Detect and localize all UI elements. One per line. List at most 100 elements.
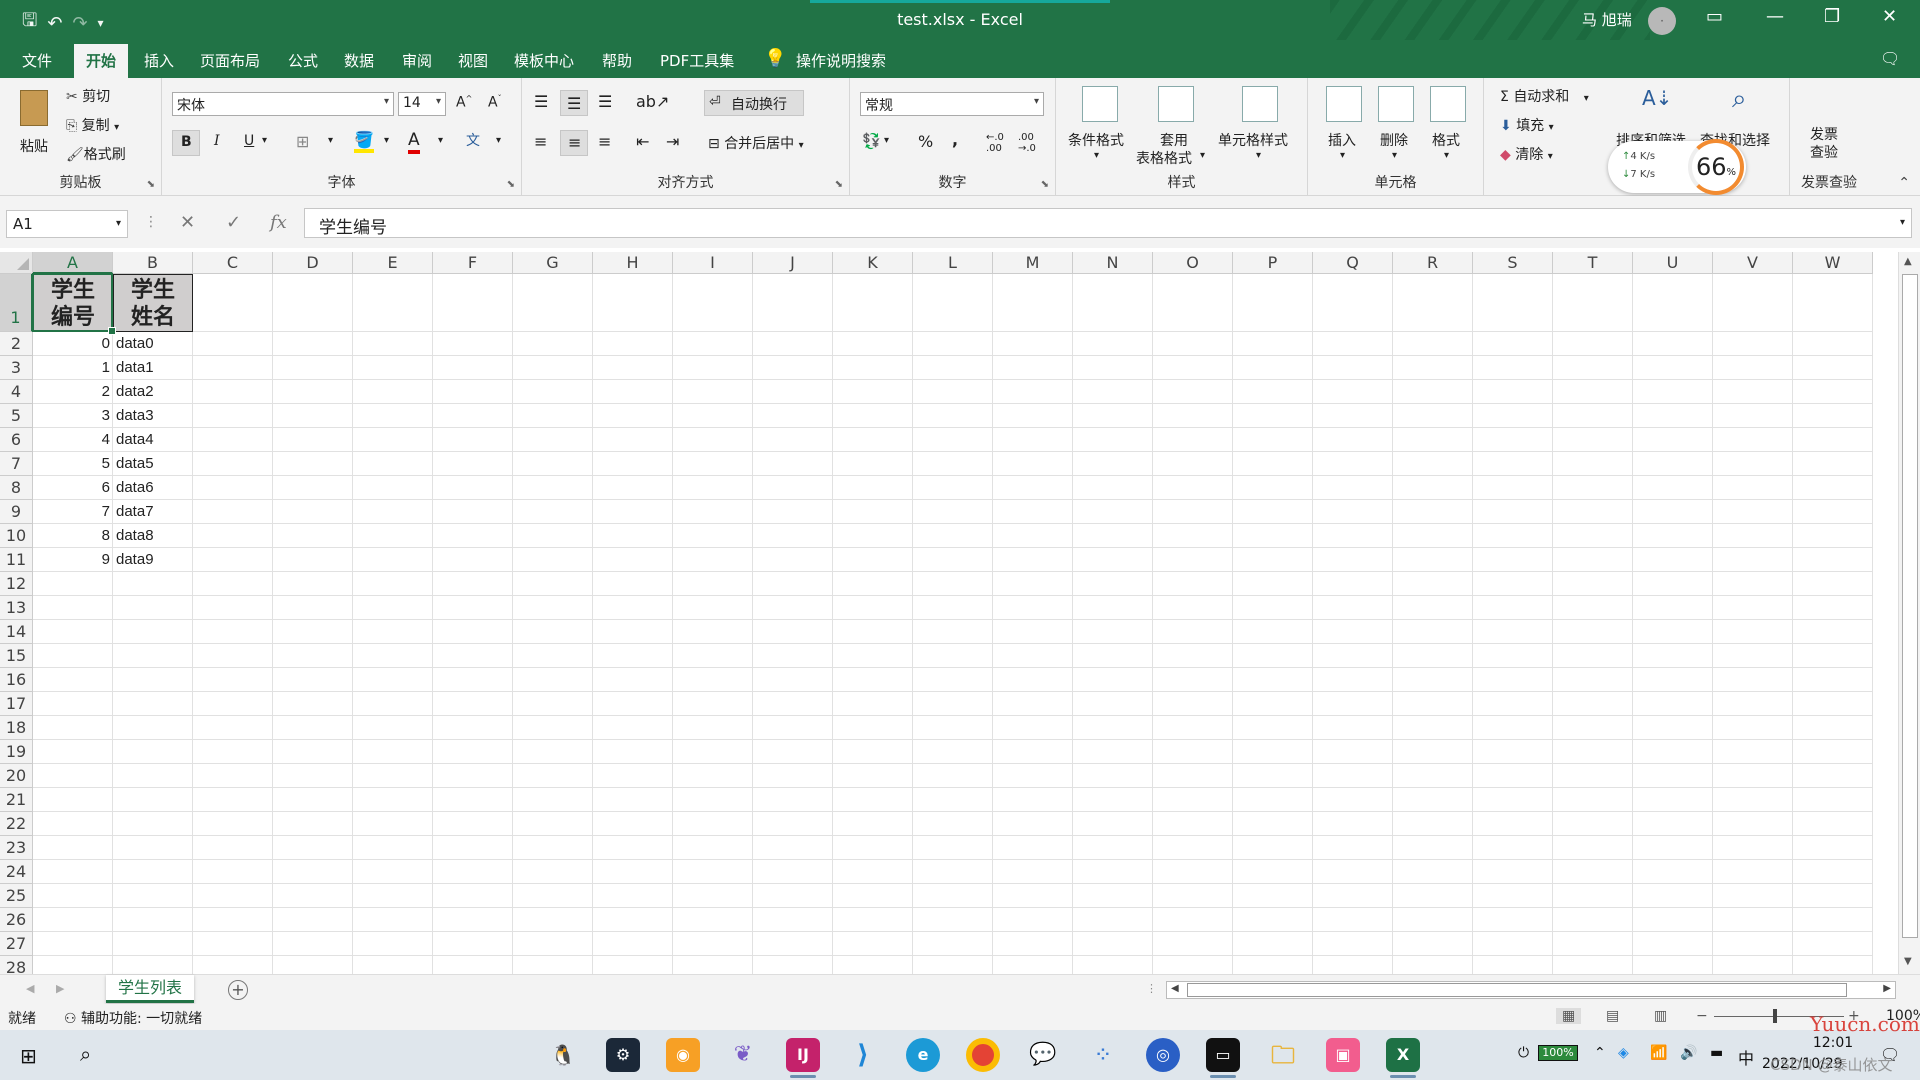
column-header-p[interactable]: P bbox=[1233, 252, 1313, 274]
horizontal-scroll-thumb[interactable] bbox=[1187, 983, 1847, 997]
file-explorer-icon[interactable]: 🗀 bbox=[1266, 1038, 1300, 1072]
row-header-20[interactable]: 20 bbox=[0, 764, 33, 788]
chevron-down-icon[interactable]: ▾ bbox=[438, 135, 443, 146]
tab-pdf-tools[interactable]: PDF工具集 bbox=[660, 50, 734, 71]
column-header-c[interactable]: C bbox=[193, 252, 273, 274]
copy-button[interactable]: ⎘ 复制 ▾ bbox=[66, 115, 119, 135]
cell-b4[interactable]: data2 bbox=[113, 380, 193, 404]
row-header-7[interactable]: 7 bbox=[0, 452, 33, 476]
chevron-down-icon[interactable]: ▾ bbox=[262, 135, 267, 146]
row-header-4[interactable]: 4 bbox=[0, 380, 33, 404]
row-header-13[interactable]: 13 bbox=[0, 596, 33, 620]
battery-indicator[interactable]: 100% bbox=[1538, 1045, 1578, 1061]
tab-insert[interactable]: 插入 bbox=[144, 50, 174, 71]
tab-help[interactable]: 帮助 bbox=[602, 50, 632, 71]
comma-button[interactable]: , bbox=[952, 130, 958, 149]
active-cell-selection[interactable] bbox=[32, 273, 116, 335]
font-size-combo[interactable]: 14 ▾ bbox=[398, 92, 446, 116]
collapse-ribbon-icon[interactable]: ⌃ bbox=[1898, 175, 1910, 191]
intellij-icon[interactable]: IJ bbox=[786, 1038, 820, 1078]
show-hidden-icons[interactable]: ⌃ bbox=[1594, 1045, 1606, 1061]
chevron-down-icon[interactable]: ▾ bbox=[884, 135, 889, 146]
row-header-10[interactable]: 10 bbox=[0, 524, 33, 548]
dots-app-icon[interactable]: ⁘ bbox=[1086, 1038, 1120, 1072]
row-header-27[interactable]: 27 bbox=[0, 932, 33, 956]
qq-icon[interactable]: 🐧 bbox=[546, 1038, 580, 1072]
column-header-r[interactable]: R bbox=[1393, 252, 1473, 274]
row-header-14[interactable]: 14 bbox=[0, 620, 33, 644]
tab-data[interactable]: 数据 bbox=[344, 50, 374, 71]
tab-file[interactable]: 文件 bbox=[22, 50, 52, 71]
column-header-j[interactable]: J bbox=[753, 252, 833, 274]
row-header-24[interactable]: 24 bbox=[0, 860, 33, 884]
column-header-l[interactable]: L bbox=[913, 252, 993, 274]
cell-b7[interactable]: data5 bbox=[113, 452, 193, 476]
chevron-down-icon[interactable]: ▾ bbox=[384, 135, 389, 146]
column-header-g[interactable]: G bbox=[513, 252, 593, 274]
row-header-22[interactable]: 22 bbox=[0, 812, 33, 836]
column-header-d[interactable]: D bbox=[273, 252, 353, 274]
scroll-down-icon[interactable]: ▼ bbox=[1904, 956, 1912, 967]
accounting-format-icon[interactable]: 💱 bbox=[862, 132, 881, 150]
row-header-25[interactable]: 25 bbox=[0, 884, 33, 908]
column-header-k[interactable]: K bbox=[833, 252, 913, 274]
camera-app-icon[interactable]: ◎ bbox=[1146, 1038, 1180, 1072]
cell-a10[interactable]: 8 bbox=[33, 524, 113, 548]
windows-start-icon[interactable]: ⊞ bbox=[20, 1044, 37, 1068]
cell-a8[interactable]: 6 bbox=[33, 476, 113, 500]
insert-function-icon[interactable]: fx bbox=[270, 212, 287, 233]
row-header-19[interactable]: 19 bbox=[0, 740, 33, 764]
restore-icon[interactable]: ❐ bbox=[1824, 6, 1840, 27]
row-header-5[interactable]: 5 bbox=[0, 404, 33, 428]
column-header-h[interactable]: H bbox=[593, 252, 673, 274]
cell-b8[interactable]: data6 bbox=[113, 476, 193, 500]
tab-formulas[interactable]: 公式 bbox=[288, 50, 318, 71]
align-right-icon[interactable]: ≡ bbox=[598, 132, 611, 151]
column-header-i[interactable]: I bbox=[673, 252, 753, 274]
column-header-w[interactable]: W bbox=[1793, 252, 1873, 274]
bold-button[interactable]: B bbox=[172, 130, 200, 156]
paste-button[interactable]: 粘贴 bbox=[14, 86, 58, 166]
cell-b2[interactable]: data0 bbox=[113, 332, 193, 356]
cell-a11[interactable]: 9 bbox=[33, 548, 113, 572]
clear-button[interactable]: ◆ 清除 ▾ bbox=[1500, 144, 1553, 164]
row-header-3[interactable]: 3 bbox=[0, 356, 33, 380]
column-header-f[interactable]: F bbox=[433, 252, 513, 274]
dolphin-app-icon[interactable]: ❦ bbox=[726, 1038, 760, 1072]
column-header-o[interactable]: O bbox=[1153, 252, 1233, 274]
shrink-font-button[interactable]: Aˇ bbox=[488, 94, 502, 111]
worksheet-grid[interactable]: ABCDEFGHIJKLMNOPQRSTUVW 1 2 3 4 5 6 7 8 9 10 11 12 1… bbox=[0, 252, 1900, 974]
cell-a5[interactable]: 3 bbox=[33, 404, 113, 428]
delete-cells-button[interactable]: 删除 ▾ bbox=[1374, 84, 1418, 174]
row-header-6[interactable]: 6 bbox=[0, 428, 33, 452]
clock-time[interactable]: 12:01 bbox=[1788, 1035, 1878, 1051]
scroll-up-icon[interactable]: ▲ bbox=[1904, 256, 1912, 267]
chrome-icon[interactable] bbox=[966, 1038, 1000, 1072]
scroll-right-icon[interactable]: ▶ bbox=[1883, 983, 1891, 994]
bilibili-icon[interactable]: ▣ bbox=[1326, 1038, 1360, 1072]
horizontal-scrollbar[interactable]: ◀ ▶ bbox=[1166, 981, 1896, 999]
prev-sheet-icon[interactable]: ◀ bbox=[26, 982, 34, 995]
edge-icon[interactable]: e bbox=[906, 1038, 940, 1072]
cell-b3[interactable]: data1 bbox=[113, 356, 193, 380]
fill-color-icon[interactable]: 🪣 bbox=[354, 130, 374, 153]
close-icon[interactable]: ✕ bbox=[1882, 6, 1897, 27]
align-center-button[interactable]: ≡ bbox=[560, 130, 588, 156]
avatar[interactable]: · bbox=[1648, 7, 1676, 35]
align-top-icon[interactable]: ☰ bbox=[534, 92, 548, 111]
conditional-formatting-button[interactable]: 条件格式 ▾ bbox=[1068, 84, 1132, 174]
column-header-t[interactable]: T bbox=[1553, 252, 1633, 274]
cell-a6[interactable]: 4 bbox=[33, 428, 113, 452]
column-header-a[interactable]: A bbox=[33, 252, 113, 274]
row-header-21[interactable]: 21 bbox=[0, 788, 33, 812]
row-header-2[interactable]: 2 bbox=[0, 332, 33, 356]
percent-button[interactable]: % bbox=[918, 132, 933, 151]
tab-review[interactable]: 审阅 bbox=[402, 50, 432, 71]
row-header-23[interactable]: 23 bbox=[0, 836, 33, 860]
steam-icon[interactable]: ⚙ bbox=[606, 1038, 640, 1072]
cell-b10[interactable]: data8 bbox=[113, 524, 193, 548]
tab-page-layout[interactable]: 页面布局 bbox=[200, 50, 260, 71]
column-header-v[interactable]: V bbox=[1713, 252, 1793, 274]
align-bottom-icon[interactable]: ☰ bbox=[598, 92, 612, 111]
header-cell-b1[interactable]: 学生姓名 bbox=[113, 274, 193, 332]
